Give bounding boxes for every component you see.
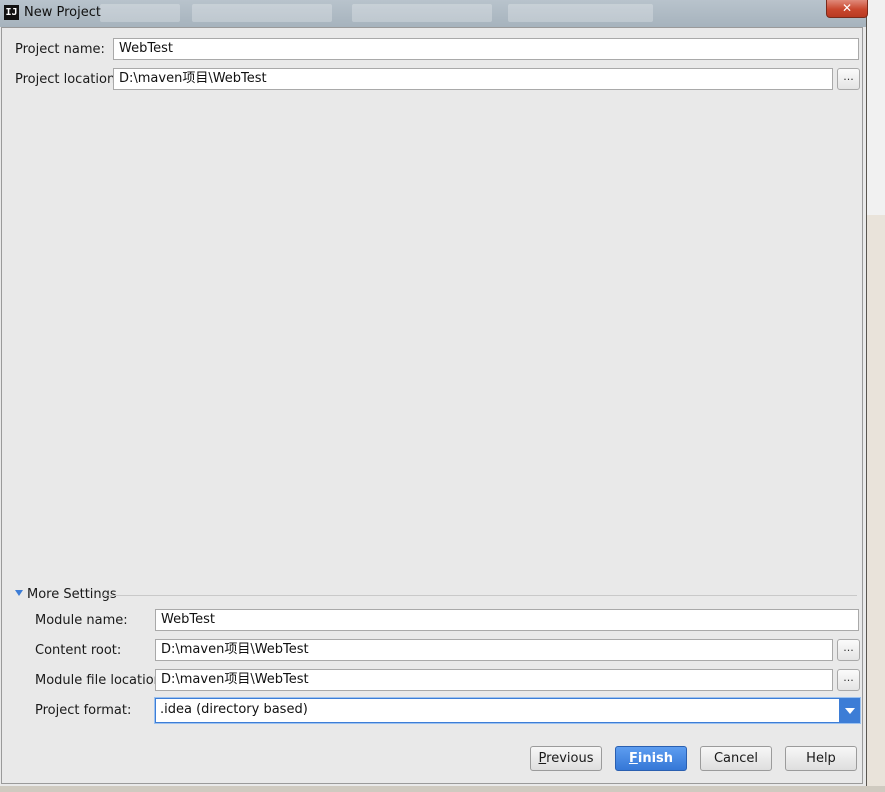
dropdown-arrow-button[interactable] — [839, 699, 859, 722]
project-name-label: Project name: — [15, 42, 105, 57]
project-format-label: Project format: — [35, 703, 132, 718]
module-name-field[interactable]: WebTest — [155, 609, 859, 631]
intellij-app-icon: IJ — [4, 5, 19, 20]
module-name-label: Module name: — [35, 613, 128, 628]
background-editor-panel — [866, 215, 885, 792]
background-tab — [192, 4, 332, 22]
chevron-down-icon — [845, 708, 855, 714]
help-button[interactable]: Help — [785, 746, 857, 771]
project-format-selected-value: .idea (directory based) — [160, 702, 308, 717]
expand-triangle-icon — [15, 590, 23, 596]
project-location-label: Project location: — [15, 72, 120, 87]
background-taskbar-edge — [0, 786, 885, 792]
project-location-browse-button[interactable]: ... — [837, 68, 860, 90]
window-title: New Project — [24, 5, 101, 20]
background-tab — [100, 4, 180, 22]
new-project-dialog: IJ New Project ✕ Project name: WebTest P… — [0, 0, 868, 786]
module-file-location-label: Module file location: — [35, 673, 167, 688]
project-location-field[interactable]: D:\maven项目\WebTest — [113, 68, 833, 90]
cancel-button[interactable]: Cancel — [700, 746, 772, 771]
content-root-label: Content root: — [35, 643, 122, 658]
section-divider — [103, 595, 857, 596]
module-file-location-browse-button[interactable]: ... — [837, 669, 860, 691]
close-button[interactable]: ✕ — [826, 0, 868, 18]
title-bar: IJ New Project ✕ — [0, 0, 868, 27]
module-file-location-field[interactable]: D:\maven项目\WebTest — [155, 669, 833, 691]
project-format-dropdown[interactable]: .idea (directory based) — [155, 698, 860, 723]
finish-button[interactable]: Finish — [615, 746, 687, 771]
background-tab — [508, 4, 653, 22]
previous-button[interactable]: Previous — [530, 746, 602, 771]
project-name-field[interactable]: WebTest — [113, 38, 859, 60]
background-tab — [352, 4, 492, 22]
content-root-field[interactable]: D:\maven项目\WebTest — [155, 639, 833, 661]
content-root-browse-button[interactable]: ... — [837, 639, 860, 661]
